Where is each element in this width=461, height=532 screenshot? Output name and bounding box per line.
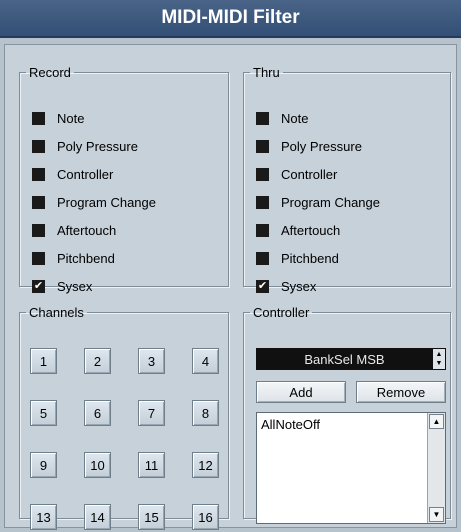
thru-sysex-checkbox[interactable]: ✔ xyxy=(256,279,269,293)
channel-button-11[interactable]: 11 xyxy=(138,452,165,478)
record-poly-pressure-row[interactable]: Poly Pressure xyxy=(32,132,156,160)
record-legend: Record xyxy=(29,65,71,80)
channel-button-10[interactable]: 10 xyxy=(84,452,111,478)
channel-button-7[interactable]: 7 xyxy=(138,400,165,426)
record-pitchbend-label: Pitchbend xyxy=(57,250,115,266)
record-note-row[interactable]: Note xyxy=(32,104,156,132)
controller-legend: Controller xyxy=(253,305,310,320)
thru-note-row[interactable]: Note xyxy=(256,104,380,132)
thru-program-change-row[interactable]: Program Change xyxy=(256,188,380,216)
channel-button-12[interactable]: 12 xyxy=(192,452,219,478)
thru-note-checkbox[interactable] xyxy=(256,111,269,125)
thru-filter-list: Note Poly Pressure Controller Program Ch… xyxy=(256,104,380,300)
record-aftertouch-row[interactable]: Aftertouch xyxy=(32,216,156,244)
window-title: MIDI-MIDI Filter xyxy=(161,7,300,28)
thru-aftertouch-checkbox[interactable] xyxy=(256,223,269,237)
record-program-change-checkbox[interactable] xyxy=(32,195,45,209)
record-pitchbend-checkbox[interactable] xyxy=(32,251,45,265)
record-poly-pressure-label: Poly Pressure xyxy=(57,138,138,154)
record-aftertouch-checkbox[interactable] xyxy=(32,223,45,237)
channel-button-13[interactable]: 13 xyxy=(30,504,57,530)
checkmark-icon: ✔ xyxy=(257,279,268,292)
record-aftertouch-label: Aftertouch xyxy=(57,222,117,238)
channel-button-grid: 1 2 3 4 5 6 7 8 9 10 11 12 13 14 15 16 xyxy=(30,348,219,530)
channel-button-14[interactable]: 14 xyxy=(84,504,111,530)
thru-poly-pressure-row[interactable]: Poly Pressure xyxy=(256,132,380,160)
controller-filter-list[interactable]: AllNoteOff ▲ ▼ xyxy=(256,412,446,524)
thru-sysex-row[interactable]: ✔ Sysex xyxy=(256,272,380,300)
up-down-spinner-icon[interactable]: ▲ ▼ xyxy=(433,349,445,369)
record-poly-pressure-checkbox[interactable] xyxy=(32,139,45,153)
thru-controller-checkbox[interactable] xyxy=(256,167,269,181)
channel-button-5[interactable]: 5 xyxy=(30,400,57,426)
list-item[interactable]: AllNoteOff xyxy=(261,417,320,432)
record-pitchbend-row[interactable]: Pitchbend xyxy=(32,244,156,272)
record-note-label: Note xyxy=(57,110,85,126)
record-sysex-checkbox[interactable]: ✔ xyxy=(32,279,45,293)
channel-button-6[interactable]: 6 xyxy=(84,400,111,426)
thru-note-label: Note xyxy=(281,110,309,126)
scroll-up-arrow-icon[interactable]: ▲ xyxy=(429,414,444,429)
thru-pitchbend-row[interactable]: Pitchbend xyxy=(256,244,380,272)
record-program-change-row[interactable]: Program Change xyxy=(32,188,156,216)
thru-pitchbend-checkbox[interactable] xyxy=(256,251,269,265)
record-group: Record Note Poly Pressure Controller Pro… xyxy=(19,65,229,294)
record-controller-row[interactable]: Controller xyxy=(32,160,156,188)
record-note-checkbox[interactable] xyxy=(32,111,45,125)
channel-button-3[interactable]: 3 xyxy=(138,348,165,374)
controller-group: Controller BankSel MSB ▲ ▼ Add Remove All… xyxy=(243,305,451,524)
record-controller-checkbox[interactable] xyxy=(32,167,45,181)
channel-button-4[interactable]: 4 xyxy=(192,348,219,374)
channels-group: Channels 1 2 3 4 5 6 7 8 9 10 11 12 13 1… xyxy=(19,305,229,530)
thru-sysex-label: Sysex xyxy=(281,278,317,294)
controller-type-value: BankSel MSB xyxy=(304,351,385,367)
thru-program-change-checkbox[interactable] xyxy=(256,195,269,209)
channel-button-8[interactable]: 8 xyxy=(192,400,219,426)
channel-button-2[interactable]: 2 xyxy=(84,348,111,374)
thru-group: Thru Note Poly Pressure Controller Progr… xyxy=(243,65,451,294)
thru-aftertouch-label: Aftertouch xyxy=(281,222,341,238)
thru-pitchbend-label: Pitchbend xyxy=(281,250,339,266)
channel-button-16[interactable]: 16 xyxy=(192,504,219,530)
list-scrollbar[interactable]: ▲ ▼ xyxy=(427,413,445,523)
record-sysex-label: Sysex xyxy=(57,278,93,294)
record-sysex-row[interactable]: ✔ Sysex xyxy=(32,272,156,300)
thru-legend: Thru xyxy=(253,65,280,80)
channel-button-9[interactable]: 9 xyxy=(30,452,57,478)
filter-panel: Record Note Poly Pressure Controller Pro… xyxy=(4,44,457,530)
checkmark-icon: ✔ xyxy=(33,279,44,292)
channel-button-1[interactable]: 1 xyxy=(30,348,57,374)
thru-controller-label: Controller xyxy=(281,166,338,182)
channels-legend: Channels xyxy=(29,305,84,320)
window-title-bar: MIDI-MIDI Filter xyxy=(0,0,461,38)
thru-aftertouch-row[interactable]: Aftertouch xyxy=(256,216,380,244)
scroll-down-arrow-icon[interactable]: ▼ xyxy=(429,507,444,522)
thru-controller-row[interactable]: Controller xyxy=(256,160,380,188)
thru-poly-pressure-checkbox[interactable] xyxy=(256,139,269,153)
record-filter-list: Note Poly Pressure Controller Program Ch… xyxy=(32,104,156,300)
record-controller-label: Controller xyxy=(57,166,114,182)
thru-poly-pressure-label: Poly Pressure xyxy=(281,138,362,154)
add-controller-button[interactable]: Add xyxy=(256,381,346,403)
thru-program-change-label: Program Change xyxy=(281,194,380,210)
channel-button-15[interactable]: 15 xyxy=(138,504,165,530)
controller-type-select[interactable]: BankSel MSB ▲ ▼ xyxy=(256,348,446,370)
remove-controller-button[interactable]: Remove xyxy=(356,381,446,403)
record-program-change-label: Program Change xyxy=(57,194,156,210)
